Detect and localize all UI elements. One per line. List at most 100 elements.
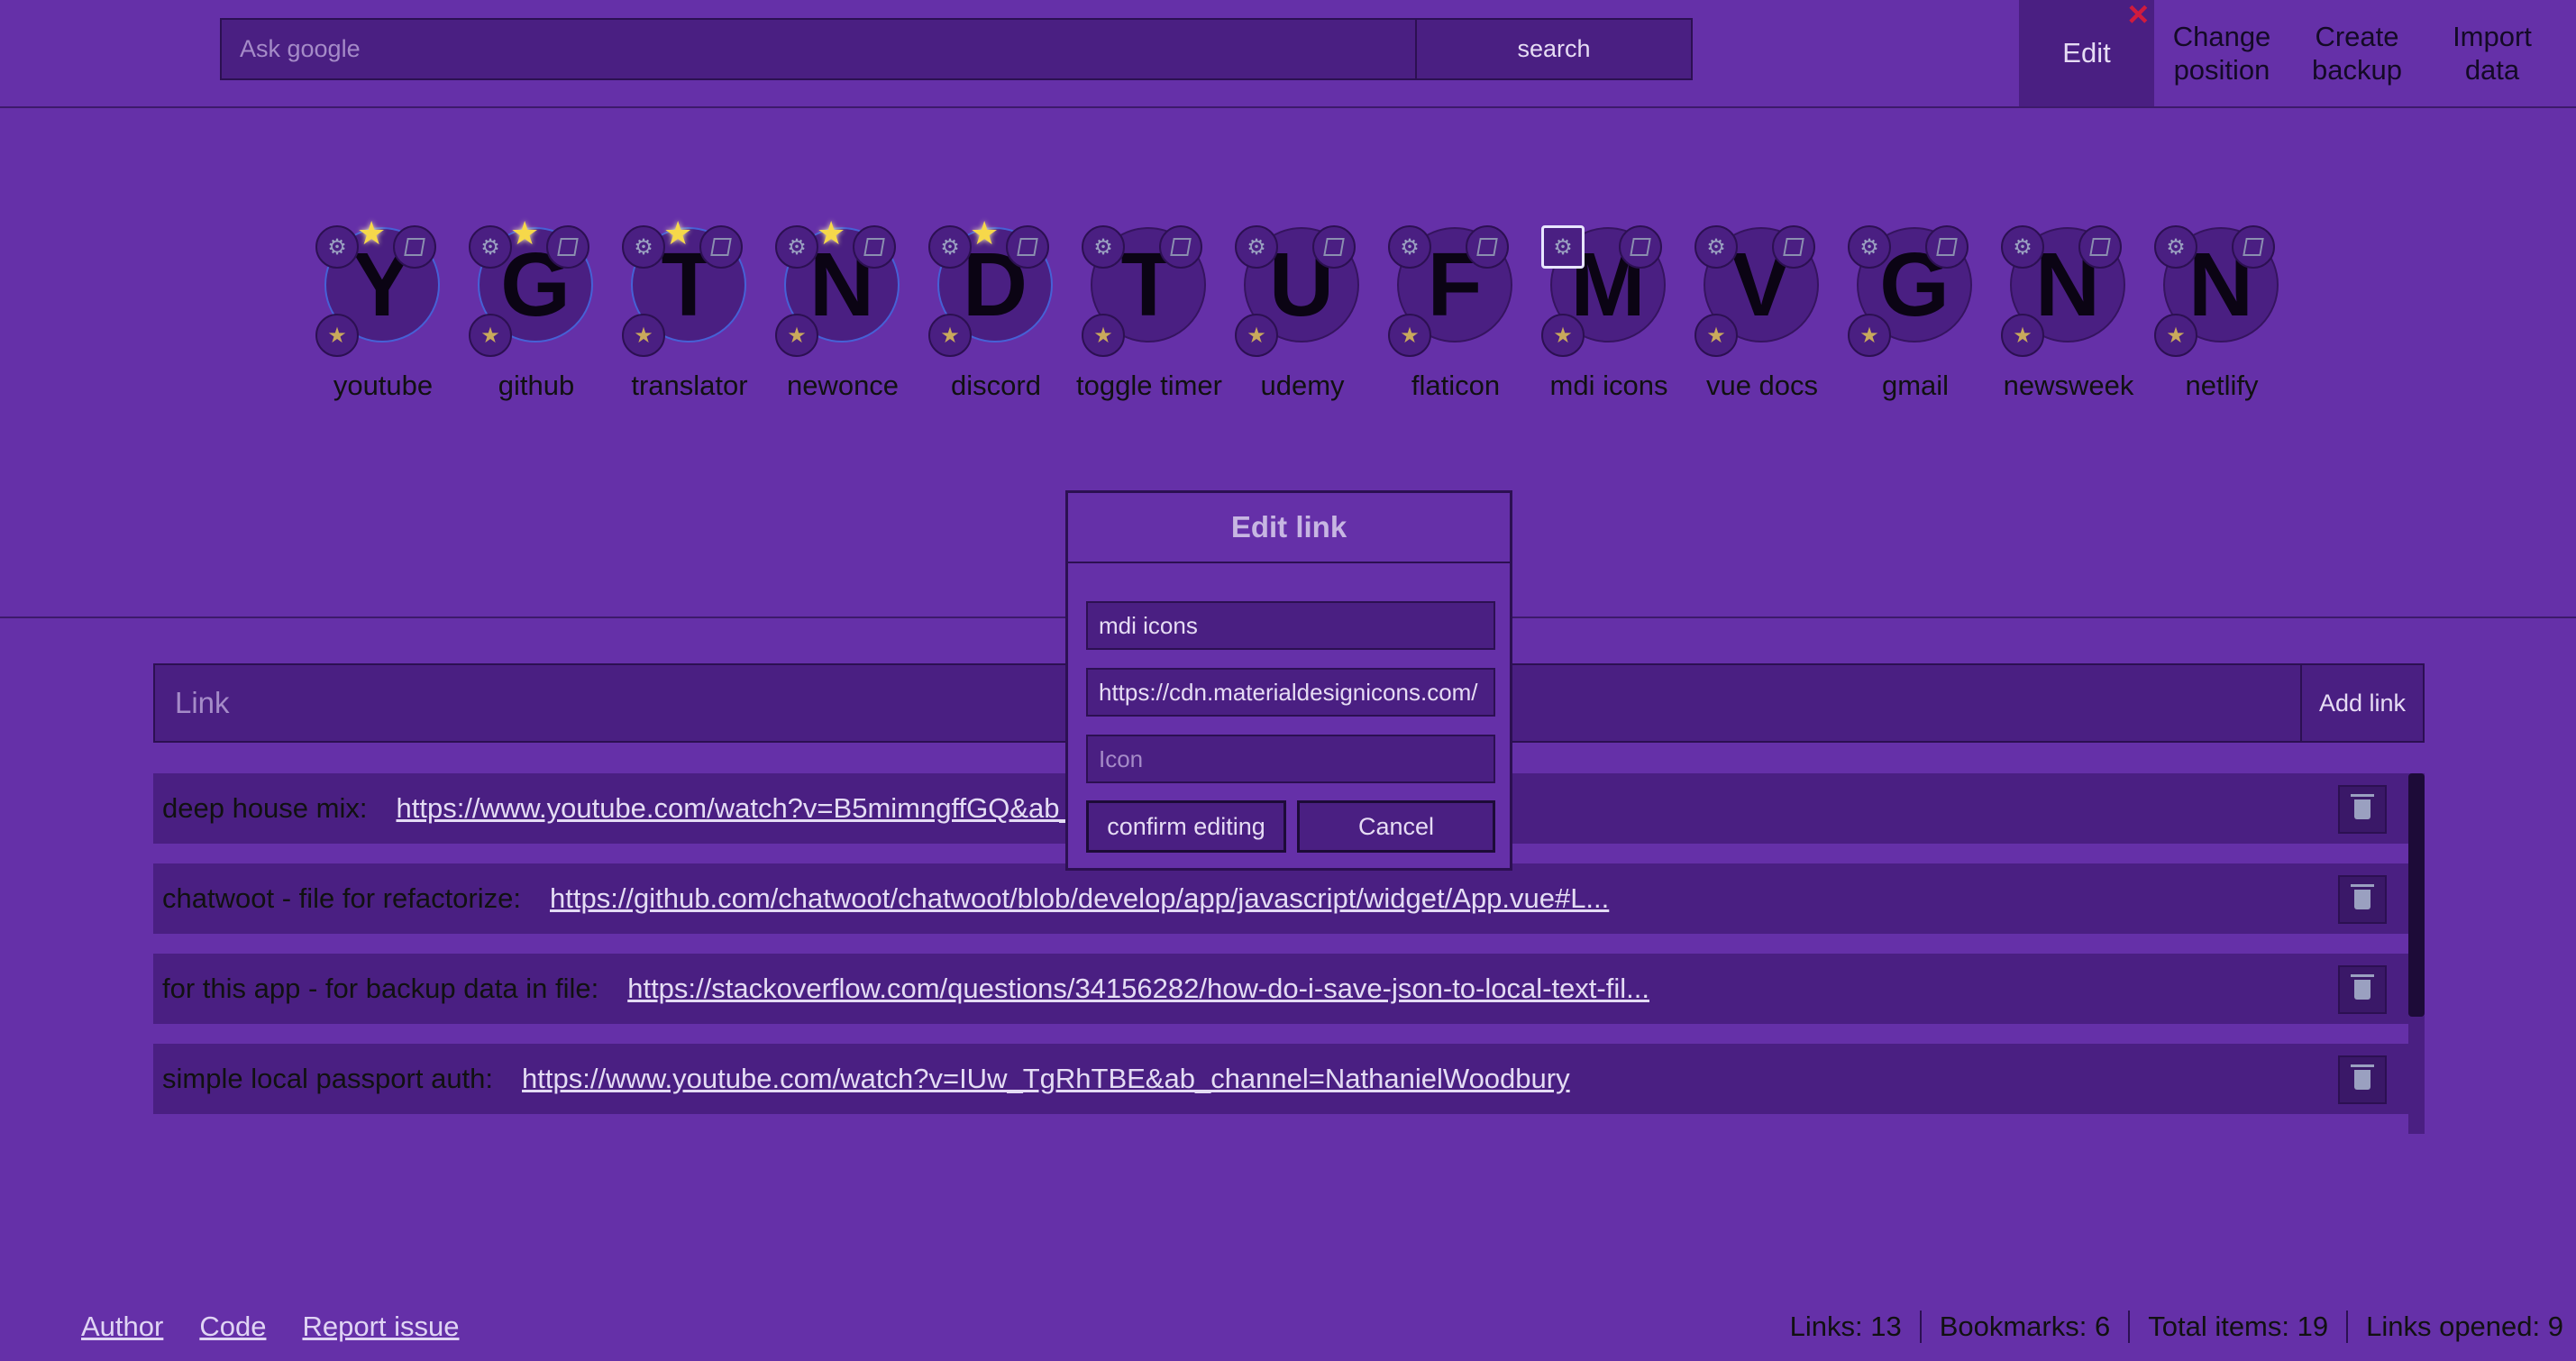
delete-link-button[interactable] [2338,965,2387,1014]
bookmark-label: mdi icons [1549,370,1668,401]
close-icon[interactable]: × [2128,0,2149,36]
link-row: for this app - for backup data in file: h… [153,954,2408,1024]
favorite-star-icon: ★ [970,215,1000,251]
bookmark-label: netlify [2185,370,2259,401]
delete-link-button[interactable] [2338,875,2387,924]
delete-link-button[interactable] [2338,1055,2387,1104]
favorite-toggle-star-icon[interactable]: ★ [1082,314,1125,357]
link-row: simple local passport auth: https://www.y… [153,1044,2408,1114]
link-row-name: chatwoot - file for refactorize: [162,882,521,914]
favorite-toggle-star-icon[interactable]: ★ [2154,314,2197,357]
copy-icon[interactable] [1312,225,1356,269]
add-link-button[interactable]: Add link [2300,665,2423,741]
modal-title: Edit link [1068,493,1510,563]
link-row-name: deep house mix: [162,792,368,824]
favorite-star-icon: ★ [817,215,846,251]
bookmark-label: vue docs [1705,370,1819,401]
settings-gear-icon[interactable]: ⚙ [1388,225,1431,269]
bookmark-label: newsweek [2003,370,2134,401]
footer-links: Author Code Report issue [81,1311,459,1343]
bookmark-label: toggle timer [1076,370,1222,401]
menu-create-backup[interactable]: Create backup [2289,0,2425,106]
copy-icon[interactable] [2078,225,2122,269]
bookmark-label: newonce [786,370,900,401]
favorite-toggle-star-icon[interactable]: ★ [315,314,359,357]
favorite-toggle-star-icon[interactable]: ★ [1848,314,1891,357]
trash-icon [2351,974,2374,1000]
favorite-toggle-star-icon[interactable]: ★ [1388,314,1431,357]
settings-gear-icon[interactable]: ⚙ [775,225,818,269]
copy-icon[interactable] [1619,225,1662,269]
copy-icon[interactable] [393,225,436,269]
settings-gear-icon[interactable]: ⚙ [1082,225,1125,269]
favorite-toggle-star-icon[interactable]: ★ [775,314,818,357]
menu-import-data[interactable]: Import data [2425,0,2560,106]
menu-change-position[interactable]: Change position [2154,0,2289,106]
favorite-toggle-star-icon[interactable]: ★ [1541,314,1585,357]
search-input[interactable] [222,20,1415,78]
trash-icon [2351,794,2374,819]
stat-links: Links: 13 [1789,1311,1902,1342]
copy-icon[interactable] [853,225,896,269]
footer-code-link[interactable]: Code [199,1311,266,1343]
stats-bar: Links: 13 Bookmarks: 6 Total items: 19 L… [1772,1311,2576,1343]
link-name-field[interactable] [1086,601,1495,650]
copy-icon[interactable] [1006,225,1049,269]
settings-gear-icon[interactable]: ⚙ [2154,225,2197,269]
favorite-star-icon: ★ [357,215,387,251]
link-icon-field[interactable] [1086,735,1495,783]
bookmark-label: youtube [333,370,434,401]
top-bar: search Edit × Change position Create bac… [0,0,2576,108]
edit-link-modal: Edit link confirm editing Cancel [1065,490,1512,871]
link-row-url[interactable]: https://stackoverflow.com/questions/3415… [627,973,1649,1005]
settings-gear-icon[interactable]: ⚙ [1541,225,1585,269]
settings-gear-icon[interactable]: ⚙ [2001,225,2044,269]
bookmark-label: gmail [1881,370,1950,401]
copy-icon[interactable] [699,225,743,269]
confirm-editing-button[interactable]: confirm editing [1086,800,1286,853]
link-url-field[interactable] [1086,668,1495,717]
footer-report-issue-link[interactable]: Report issue [302,1311,459,1343]
link-row-url[interactable]: https://www.youtube.com/watch?v=IUw_TgRh… [522,1063,1570,1095]
stat-links-opened: Links opened: 9 [2346,1311,2576,1343]
copy-icon[interactable] [1925,225,1969,269]
favorite-toggle-star-icon[interactable]: ★ [1694,314,1738,357]
copy-icon[interactable] [1159,225,1202,269]
settings-gear-icon[interactable]: ⚙ [1848,225,1891,269]
link-row-name: simple local passport auth: [162,1063,494,1094]
stat-bookmarks: Bookmarks: 6 [1919,1311,2129,1343]
favorite-star-icon: ★ [510,215,540,251]
bookmark-label: translator [631,370,748,401]
scrollbar-thumb[interactable] [2408,773,2425,1017]
cancel-button[interactable]: Cancel [1297,800,1495,853]
copy-icon[interactable] [1772,225,1815,269]
link-row-name: for this app - for backup data in file: [162,973,599,1004]
menu-edit[interactable]: Edit × [2019,0,2154,106]
bookmark-label: discord [951,370,1041,401]
settings-gear-icon[interactable]: ⚙ [928,225,972,269]
settings-gear-icon[interactable]: ⚙ [1694,225,1738,269]
menu-edit-label: Edit [2062,37,2111,69]
delete-link-button[interactable] [2338,785,2387,834]
trash-icon [2351,884,2374,909]
settings-gear-icon[interactable]: ⚙ [469,225,512,269]
search-button[interactable]: search [1415,20,1691,78]
copy-icon[interactable] [1466,225,1509,269]
favorite-toggle-star-icon[interactable]: ★ [469,314,512,357]
bookmark-label: flaticon [1411,370,1501,401]
trash-icon [2351,1064,2374,1090]
bookmark-label: github [498,370,575,401]
favorite-toggle-star-icon[interactable]: ★ [622,314,665,357]
settings-gear-icon[interactable]: ⚙ [315,225,359,269]
settings-gear-icon[interactable]: ⚙ [622,225,665,269]
link-row-url[interactable]: https://github.com/chatwoot/chatwoot/blo… [550,882,1609,915]
settings-gear-icon[interactable]: ⚙ [1235,225,1278,269]
stat-total-items: Total items: 19 [2128,1311,2346,1343]
favorite-toggle-star-icon[interactable]: ★ [928,314,972,357]
copy-icon[interactable] [2232,225,2275,269]
footer-author-link[interactable]: Author [81,1311,163,1343]
favorite-toggle-star-icon[interactable]: ★ [2001,314,2044,357]
copy-icon[interactable] [546,225,589,269]
favorite-toggle-star-icon[interactable]: ★ [1235,314,1278,357]
link-row: chatwoot - file for refactorize: https://… [153,863,2408,934]
